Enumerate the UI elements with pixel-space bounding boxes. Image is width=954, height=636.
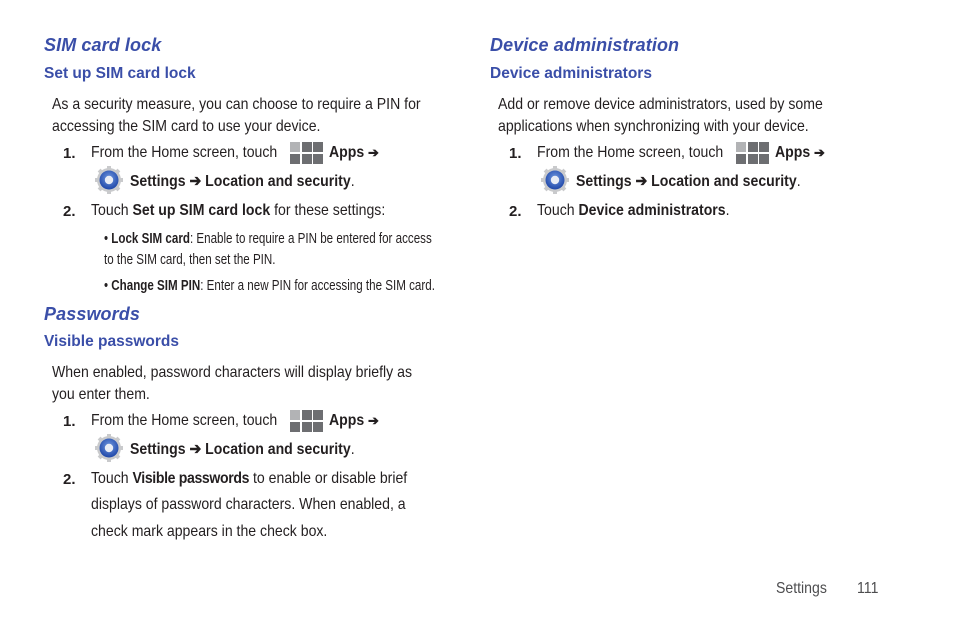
step-text: From the Home screen, touch	[91, 144, 278, 161]
step-bold: Visible passwords	[132, 470, 250, 487]
bullet-text: : Enable to require a PIN be entered for…	[189, 231, 432, 247]
apps-grid-icon	[290, 410, 323, 434]
subsection-title-device-administrators: Device administrators	[490, 65, 652, 82]
bullet-lock-sim-card: • Lock SIM card: Enable to require a PIN…	[104, 231, 432, 247]
step-bold: Device administrators	[578, 202, 726, 219]
period: .	[350, 173, 355, 190]
step-number: 1.	[63, 413, 76, 430]
step-post: to enable or disable brief	[249, 470, 408, 487]
step-text: From the Home screen, touch	[537, 144, 724, 161]
settings-path: Settings ➔ Location and security.	[130, 439, 355, 459]
step-pre: Touch	[537, 202, 579, 219]
arrow-icon: ➔	[368, 145, 379, 160]
device-intro-line-1: Add or remove device administrators, use…	[498, 96, 823, 113]
period: .	[796, 173, 801, 190]
settings-path: Settings ➔ Location and security.	[576, 171, 801, 191]
settings-path-bold: Settings ➔ Location and security	[576, 173, 797, 190]
step-text: Touch Set up SIM card lock for these set…	[91, 202, 385, 220]
step-number: 2.	[63, 471, 76, 488]
bullet-change-sim-pin: • Change SIM PIN: Enter a new PIN for ac…	[104, 278, 435, 294]
period: .	[350, 441, 355, 458]
step-text-line-2: displays of password characters. When en…	[91, 496, 406, 513]
passwords-intro-line-2: you enter them.	[52, 386, 150, 403]
step-pre: Touch	[91, 470, 133, 487]
bullet-mark: •	[104, 278, 109, 294]
section-title-sim-card-lock: SIM card lock	[44, 35, 162, 55]
bullet-bold: Lock SIM card	[111, 231, 190, 247]
passwords-intro-line-1: When enabled, password characters will d…	[52, 364, 412, 381]
step-number: 1.	[63, 145, 76, 162]
step-text: Touch Device administrators.	[537, 202, 730, 220]
apps-label: Apps	[329, 144, 365, 161]
settings-path-bold: Settings ➔ Location and security	[130, 441, 351, 458]
step-pre: Touch	[91, 202, 133, 219]
step-number: 1.	[509, 145, 522, 162]
settings-path-bold: Settings ➔ Location and security	[130, 173, 351, 190]
footer-section-name: Settings	[776, 580, 827, 597]
bullet-mark: •	[104, 231, 109, 247]
device-intro-line-2: applications when synchronizing with you…	[498, 118, 809, 135]
step-post: .	[725, 202, 730, 219]
sim-intro-line-1: As a security measure, you can choose to…	[52, 96, 421, 113]
apps-grid-icon	[736, 142, 769, 166]
step-text: From the Home screen, touch	[91, 412, 278, 429]
bullet-bold: Change SIM PIN	[111, 278, 201, 294]
settings-gear-icon	[540, 165, 570, 195]
settings-gear-icon	[94, 433, 124, 463]
sim-intro-line-2: accessing the SIM card to use your devic…	[52, 118, 321, 135]
apps-label: Apps	[775, 144, 811, 161]
section-title-passwords: Passwords	[44, 304, 140, 324]
subsection-title-visible-passwords: Visible passwords	[44, 333, 179, 350]
arrow-icon: ➔	[368, 413, 379, 428]
apps-label: Apps	[329, 412, 365, 429]
settings-gear-icon	[94, 165, 124, 195]
step-number: 2.	[509, 203, 522, 220]
apps-grid-icon	[290, 142, 323, 166]
step-text: Touch Visible passwords to enable or dis…	[91, 470, 407, 488]
subsection-title-set-up-sim-card-lock: Set up SIM card lock	[44, 65, 196, 82]
settings-path: Settings ➔ Location and security.	[130, 171, 355, 191]
section-title-device-administration: Device administration	[490, 35, 680, 55]
step-post: for these settings:	[270, 202, 386, 219]
step-number: 2.	[63, 203, 76, 220]
arrow-icon: ➔	[814, 145, 825, 160]
bullet-text: : Enter a new PIN for accessing the SIM …	[200, 278, 435, 294]
bullet-continuation: to the SIM card, then set the PIN.	[104, 252, 276, 268]
footer-page-number: 111	[857, 580, 879, 597]
step-text-line-3: check mark appears in the check box.	[91, 523, 328, 540]
step-bold: Set up SIM card lock	[132, 202, 271, 219]
